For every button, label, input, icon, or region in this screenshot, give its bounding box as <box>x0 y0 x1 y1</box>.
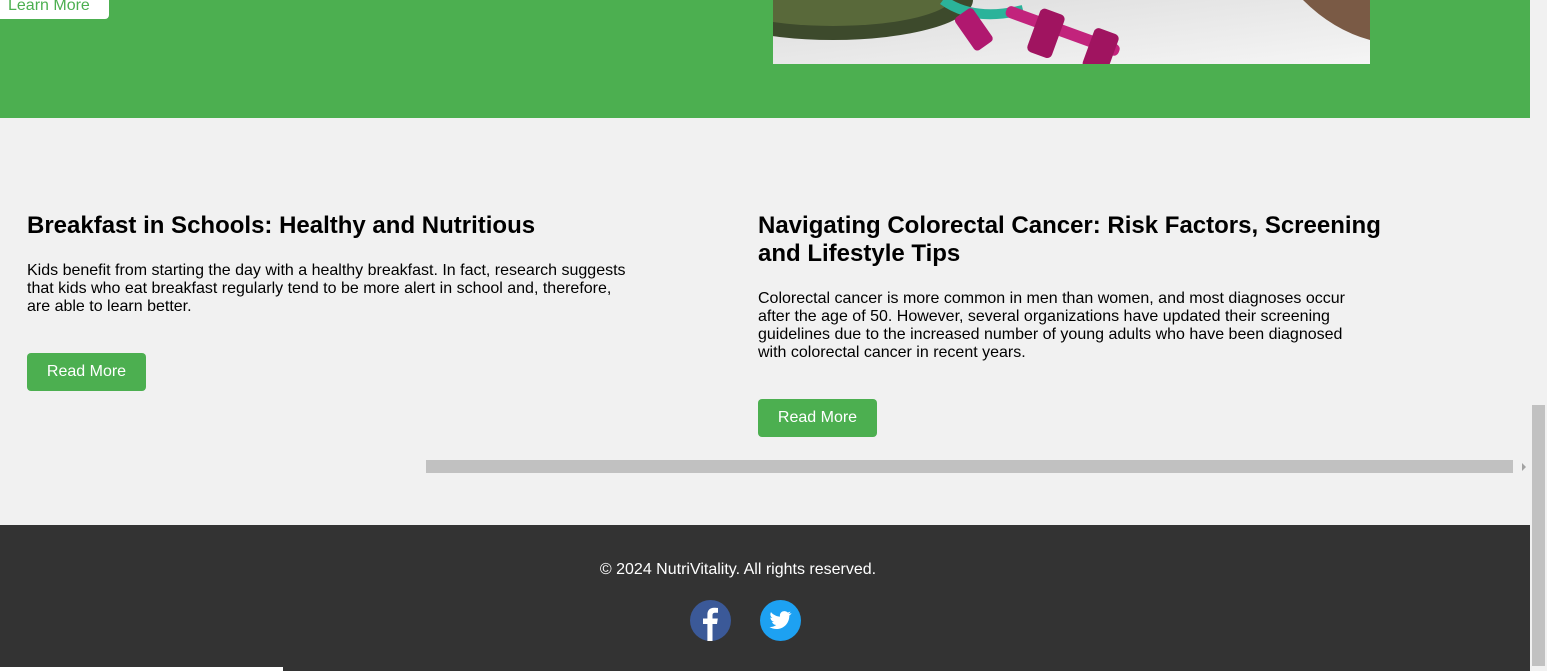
footer: © 2024 NutriVitality. All rights reserve… <box>0 525 1530 671</box>
article-excerpt: Kids benefit from starting the day with … <box>27 262 626 315</box>
read-more-button[interactable]: Read More <box>758 399 877 437</box>
article-card: Breakfast in Schools: Healthy and Nutrit… <box>27 212 637 391</box>
vertical-scrollbar-thumb[interactable] <box>1532 405 1545 666</box>
article-card: Navigating Colorectal Cancer: Risk Facto… <box>758 212 1398 437</box>
learn-more-button[interactable]: Learn More <box>0 0 109 19</box>
article-title[interactable]: Breakfast in Schools: Healthy and Nutrit… <box>27 212 637 240</box>
read-more-button[interactable]: Read More <box>27 353 146 391</box>
bottom-strip <box>0 667 283 671</box>
hero-section: Learn More <box>0 0 1530 118</box>
article-title[interactable]: Navigating Colorectal Cancer: Risk Facto… <box>758 212 1398 268</box>
vertical-scrollbar[interactable] <box>1530 0 1547 671</box>
articles-section: Breakfast in Schools: Healthy and Nutrit… <box>0 118 1530 525</box>
scroll-right-arrow-icon[interactable] <box>1522 463 1526 471</box>
hero-image <box>773 0 1370 64</box>
copyright-text: © 2024 NutriVitality. All rights reserve… <box>599 561 877 578</box>
article-excerpt: Colorectal cancer is more common in men … <box>758 290 1345 361</box>
facebook-icon[interactable] <box>690 600 731 641</box>
horizontal-scrollbar-thumb[interactable] <box>426 460 1513 473</box>
horizontal-scrollbar[interactable] <box>426 460 1530 473</box>
twitter-icon[interactable] <box>760 600 801 641</box>
